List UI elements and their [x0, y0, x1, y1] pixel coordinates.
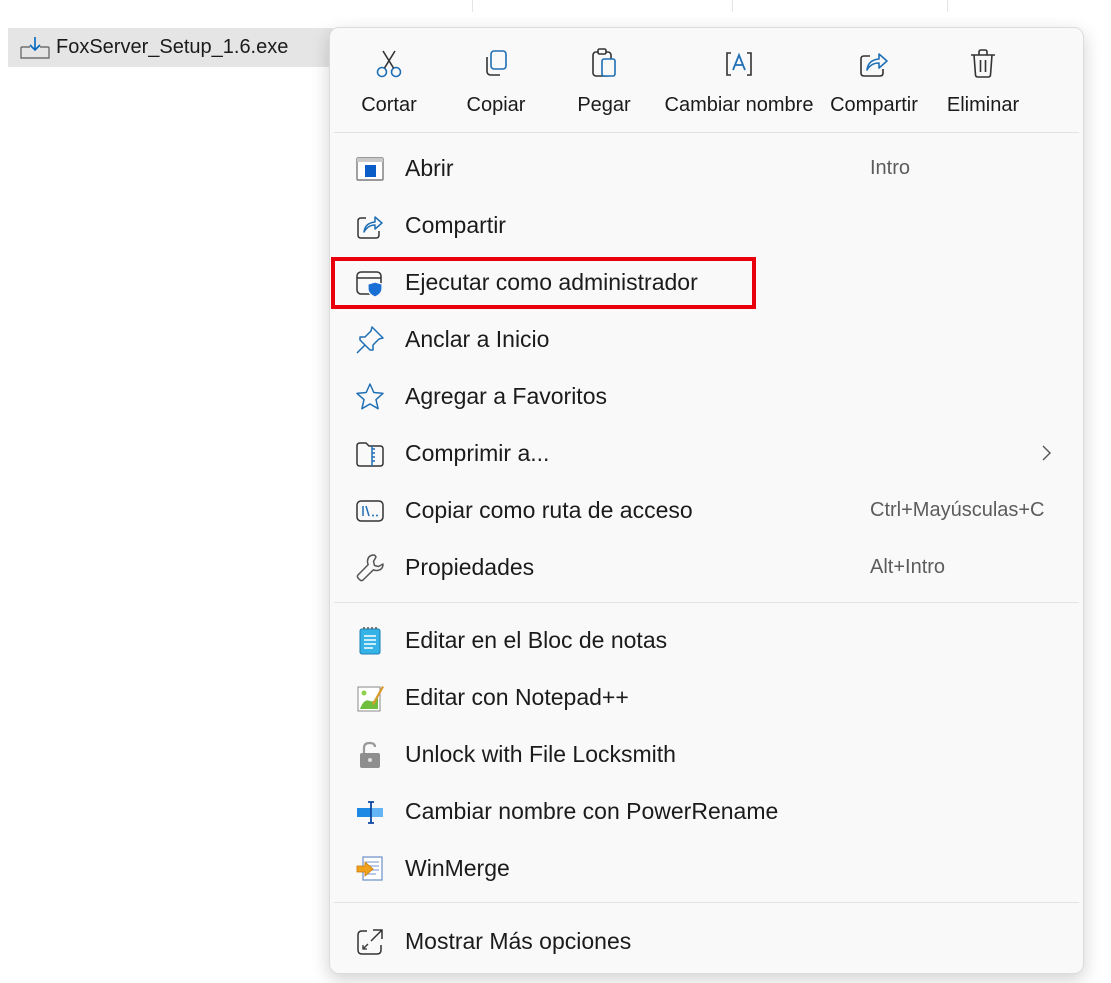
menu-item-label: WinMerge: [405, 855, 510, 881]
menu-item-share[interactable]: Compartir: [330, 197, 1083, 254]
menu-item-shortcut: Ctrl+Mayúsculas+C: [870, 499, 1045, 521]
column-divider: [732, 0, 733, 12]
paste-icon: [592, 48, 616, 77]
menu-item-label: Copiar como ruta de acceso: [405, 497, 693, 523]
menu-item-label: Editar con Notepad++: [405, 684, 629, 710]
explorer-view: FoxServer_Setup_1.6.exe Cortar Copiar Pe…: [0, 0, 1111, 983]
menu-item-copy-path[interactable]: Copiar como ruta de acceso Ctrl+Mayúscul…: [330, 482, 1083, 539]
menu-item-show-more-options[interactable]: Mostrar Más opciones: [330, 913, 1083, 970]
notepad-icon: [359, 627, 381, 655]
share-label: Compartir: [830, 94, 918, 116]
rename-label: Cambiar nombre: [664, 94, 814, 116]
padlock-open-icon: [360, 741, 380, 768]
menu-item-add-favorites[interactable]: Agregar a Favoritos: [330, 368, 1083, 425]
menu-item-label: Cambiar nombre con PowerRename: [405, 798, 779, 824]
separator: [334, 902, 1079, 903]
menu-item-label: Abrir: [405, 155, 454, 181]
delete-button[interactable]: Eliminar: [940, 28, 1026, 132]
menu-item-properties[interactable]: Propiedades Alt+Intro: [330, 539, 1083, 596]
menu-item-notepadpp[interactable]: Editar con Notepad++: [330, 669, 1083, 726]
menu-item-label: Propiedades: [405, 554, 535, 580]
share-icon: [357, 216, 383, 239]
shield-window-icon: [356, 271, 383, 298]
winmerge-icon: [356, 856, 383, 881]
open-window-icon: [356, 157, 384, 181]
cut-label: Cortar: [361, 94, 417, 116]
file-row[interactable]: FoxServer_Setup_1.6.exe: [8, 28, 333, 67]
scissors-icon: [376, 50, 402, 78]
menu-item-shortcut: Intro: [870, 157, 911, 179]
copy-button[interactable]: Copiar: [456, 28, 536, 132]
menu-item-notepad[interactable]: Editar en el Bloc de notas: [330, 612, 1083, 669]
wrench-icon: [356, 554, 384, 582]
share-button[interactable]: Compartir: [824, 28, 924, 132]
menu-item-label: Anclar a Inicio: [405, 326, 550, 352]
rename-icon: [726, 52, 752, 76]
menu-item-compress[interactable]: Comprimir a...: [330, 425, 1083, 482]
menu-item-shortcut: Alt+Intro: [870, 556, 946, 578]
separator: [334, 132, 1079, 133]
menu-item-powerrename[interactable]: Cambiar nombre con PowerRename: [330, 783, 1083, 840]
pin-icon: [356, 326, 384, 354]
notepadpp-icon: [357, 686, 384, 712]
context-menu: Cortar Copiar Pegar Cambiar nombre Compa…: [329, 27, 1084, 974]
expand-icon: [357, 929, 383, 955]
menu-item-label: Compartir: [405, 212, 506, 238]
star-icon: [356, 383, 384, 410]
menu-item-open[interactable]: Abrir Intro: [330, 140, 1083, 197]
context-toolbar: Cortar Copiar Pegar Cambiar nombre Compa…: [330, 28, 1083, 132]
menu-item-label: Agregar a Favoritos: [405, 383, 607, 409]
trash-icon: [971, 49, 995, 78]
chevron-right-icon: [1042, 445, 1051, 461]
menu-item-label: Unlock with File Locksmith: [405, 741, 676, 767]
file-name: FoxServer_Setup_1.6.exe: [56, 36, 289, 58]
menu-item-pin-start[interactable]: Anclar a Inicio: [330, 311, 1083, 368]
powerrename-icon: [357, 801, 383, 824]
zip-folder-icon: [356, 442, 384, 467]
menu-item-label: Mostrar Más opciones: [405, 928, 632, 954]
menu-item-label: Comprimir a...: [405, 440, 550, 466]
separator: [334, 602, 1079, 603]
copy-label: Copiar: [466, 94, 526, 116]
download-file-icon: [20, 36, 50, 59]
cut-button[interactable]: Cortar: [350, 28, 428, 132]
menu-item-file-locksmith[interactable]: Unlock with File Locksmith: [330, 726, 1083, 783]
path-icon: [356, 500, 384, 522]
menu-item-winmerge[interactable]: WinMerge: [330, 840, 1083, 897]
column-divider: [472, 0, 473, 12]
rename-button[interactable]: Cambiar nombre: [658, 28, 820, 132]
share-icon: [860, 53, 888, 77]
menu-item-label: Ejecutar como administrador: [405, 269, 698, 295]
paste-button[interactable]: Pegar: [566, 28, 642, 132]
menu-item-run-as-admin[interactable]: Ejecutar como administrador: [330, 254, 1083, 311]
paste-label: Pegar: [577, 94, 631, 116]
column-divider: [947, 0, 948, 12]
delete-label: Eliminar: [946, 94, 1020, 116]
menu-item-label: Editar en el Bloc de notas: [405, 627, 668, 653]
copy-icon: [486, 50, 507, 76]
